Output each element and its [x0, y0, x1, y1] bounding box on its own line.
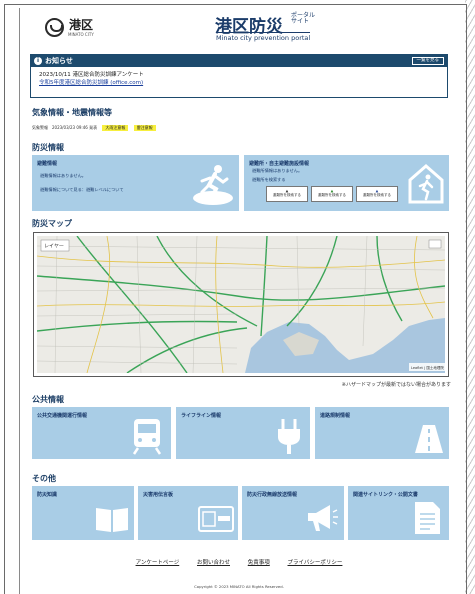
- public-section-title: 公共情報: [32, 395, 64, 404]
- disaster-knowledge-title: 防災知識: [37, 492, 58, 498]
- notice-body: 2023/10/11 港区総合防災訓練アンケート 令和5年度港区総合防災訓練 (…: [31, 67, 447, 91]
- shelter-search-box[interactable]: ▲ 避難所を検索する: [266, 186, 308, 202]
- map-layer-control: レイヤー: [44, 244, 64, 250]
- ward-name: 港区: [69, 18, 94, 32]
- portal-title-suffix: ポータルサイト: [291, 12, 316, 25]
- weather-timestamp: 気象警報 2023/03/23 09:46 発表: [32, 125, 98, 130]
- contact-link[interactable]: お問い合わせ: [197, 560, 230, 566]
- megaphone-icon: [308, 505, 338, 531]
- notice-item-date-line: 2023/10/11 港区総合防災訓練アンケート: [39, 72, 144, 78]
- footer-links: アンケートページ お問い合わせ 免責事項 プライバシーポリシー: [20, 558, 458, 566]
- running-person-icon: [193, 165, 233, 205]
- map-tiles[interactable]: レイヤー Leaflet | 国土地理院: [37, 236, 445, 373]
- document-icon: [415, 502, 440, 534]
- thunder-advisory-badge[interactable]: 雷注意報: [133, 125, 156, 131]
- disaster-radio-card[interactable]: 防災行政無線放送情報: [242, 486, 344, 540]
- road-regulation-title: 道路規制情報: [320, 413, 351, 419]
- hazard-map-note: ※ハザードマップが最新ではない場合があります: [341, 382, 451, 388]
- disaster-knowledge-card[interactable]: 防災知識: [32, 486, 134, 540]
- disaster-section-title: 防災情報: [32, 143, 64, 152]
- road-regulation-card[interactable]: 道路規制情報: [315, 407, 449, 459]
- notice-title: お知らせ: [45, 57, 73, 65]
- message-board-phone-icon: [198, 506, 234, 532]
- evacuation-info-card[interactable]: 避難情報 避難情報はありません。 避難情報について見る：避難レベルについて: [32, 155, 239, 211]
- evacuation-info-status: 避難情報はありません。: [40, 173, 86, 178]
- evacuation-level-link[interactable]: 避難情報について見る：避難レベルについて: [40, 187, 124, 193]
- disaster-radio-title: 防災行政無線放送情報: [247, 492, 298, 498]
- notice-header-bar: i お知らせ 一覧を見る: [31, 55, 447, 67]
- disaster-map[interactable]: レイヤー Leaflet | 国土地理院: [33, 232, 449, 377]
- notice-list-button[interactable]: 一覧を見る: [411, 57, 444, 65]
- disclaimer-link[interactable]: 免責事項: [248, 560, 270, 566]
- shelter-info-status: 避難所情報はありません。: [252, 168, 303, 173]
- shelter-info-card[interactable]: 避難所・自主避難施設情報 避難所情報はありません。 避難所を検索する ▲ 避難所を…: [244, 155, 449, 211]
- ward-emblem-icon: [45, 18, 64, 37]
- evacuation-info-title: 避難情報: [37, 161, 58, 167]
- lifeline-title: ライフライン情報: [181, 413, 222, 419]
- map-section-title: 防災マップ: [32, 219, 72, 228]
- train-icon: [132, 419, 162, 455]
- portal-subtitle: Minato city prevention portal: [216, 32, 311, 42]
- shelter-search-link[interactable]: 避難所を検索する: [252, 177, 286, 183]
- shelter-search-box[interactable]: ▲ 避難所を検索する: [356, 186, 398, 202]
- road-icon: [415, 425, 443, 453]
- ward-name-en: MINATO CITY: [68, 32, 94, 37]
- lifeline-card[interactable]: ライフライン情報: [176, 407, 310, 459]
- open-book-icon: [96, 508, 128, 532]
- notice-panel: i お知らせ 一覧を見る 2023/10/11 港区総合防災訓練アンケート 令和…: [30, 54, 448, 98]
- privacy-policy-link[interactable]: プライバシーポリシー: [288, 560, 343, 566]
- related-links-title: 関連サイトリンク・公開文書: [353, 492, 418, 498]
- other-section-title: その他: [32, 474, 56, 483]
- related-links-card[interactable]: 関連サイトリンク・公開文書: [348, 486, 449, 540]
- notice-item-link[interactable]: 令和5年度港区総合防災訓練 (office.com): [39, 79, 439, 87]
- heavy-rain-advisory-badge[interactable]: 大雨注意報: [102, 125, 129, 131]
- emergency-exit-icon: [408, 164, 444, 204]
- weather-alert-line: 気象警報 2023/03/23 09:46 発表 大雨注意報 雷注意報: [32, 125, 156, 131]
- site-header: 港区 MINATO CITY 港区防災 ポータルサイト Minato city …: [20, 8, 458, 48]
- survey-page-link[interactable]: アンケートページ: [136, 560, 180, 566]
- shelter-search-box[interactable]: ▲ 避難所を検索する: [311, 186, 353, 202]
- portal-page: 港区 MINATO CITY 港区防災 ポータルサイト Minato city …: [19, 8, 457, 594]
- shelter-info-title: 避難所・自主避難施設情報: [249, 161, 310, 167]
- message-board-title: 災害用伝言板: [143, 492, 174, 498]
- info-icon: i: [34, 57, 42, 65]
- public-transport-title: 公共交通機関運行情報: [37, 413, 88, 419]
- message-board-card[interactable]: 災害用伝言板: [138, 486, 238, 540]
- minato-ward-logo[interactable]: 港区 MINATO CITY: [45, 16, 115, 44]
- public-transport-card[interactable]: 公共交通機関運行情報: [32, 407, 171, 459]
- power-plug-icon: [278, 419, 300, 454]
- map-attribution: Leaflet | 国土地理院: [411, 365, 444, 370]
- weather-section-title: 気象情報・地震情報等: [32, 108, 112, 117]
- copyright: Copyright © 2023 MINATO All Rights Reser…: [194, 584, 284, 589]
